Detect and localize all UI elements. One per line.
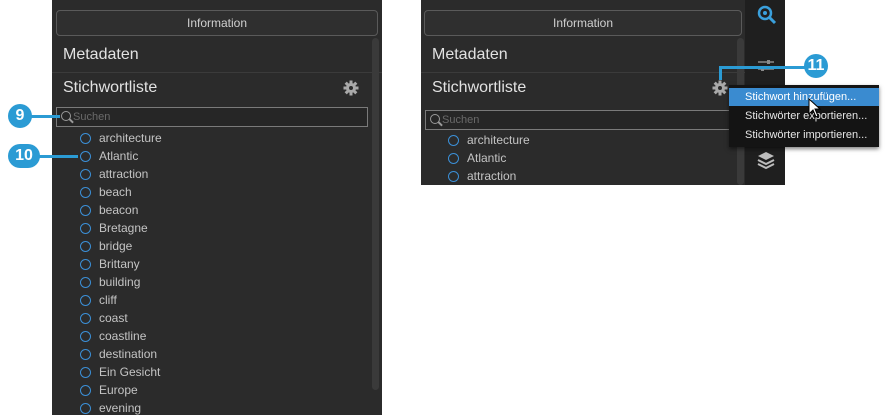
keyword-label: Brittany [99, 257, 140, 271]
keyword-label: Europe [99, 383, 138, 397]
keyword-item[interactable]: Bretagne [80, 219, 162, 237]
keyword-item[interactable]: coast [80, 309, 162, 327]
keyword-label: coastline [99, 329, 147, 343]
callout-9: 9 [8, 104, 32, 128]
menu-item-import-keywords[interactable]: Stichwörter importieren... [729, 126, 879, 144]
keyword-checkbox-icon[interactable] [80, 222, 91, 234]
keyword-item[interactable]: Ein Gesicht [80, 363, 162, 381]
menu-item-add-keyword[interactable]: Stichwort hinzufügen... [729, 88, 879, 106]
keyword-checkbox-icon[interactable] [448, 134, 459, 146]
information-tab[interactable]: Information [56, 10, 378, 36]
keyword-label: destination [99, 347, 158, 361]
keyword-item[interactable]: attraction [448, 167, 530, 185]
keyword-checkbox-icon[interactable] [80, 150, 91, 162]
keyword-checkbox-icon[interactable] [80, 348, 91, 360]
keyword-checkbox-icon[interactable] [448, 170, 459, 182]
callout-10: 10 [8, 144, 40, 168]
keyword-item[interactable]: beach [80, 183, 162, 201]
keyword-checkbox-icon[interactable] [80, 366, 91, 378]
keyword-item[interactable]: bridge [80, 237, 162, 255]
keyword-checkbox-icon[interactable] [80, 258, 91, 270]
keyword-checkbox-icon[interactable] [80, 240, 91, 252]
scrollbar[interactable] [372, 38, 379, 390]
keyword-checkbox-icon[interactable] [80, 132, 91, 144]
information-tab-label: Information [186, 16, 248, 30]
keyword-checkbox-icon[interactable] [80, 312, 91, 324]
keyword-list-header[interactable]: Stichwortliste [63, 79, 157, 97]
callout-leader [722, 66, 808, 69]
keyword-label: cliff [99, 293, 117, 307]
keyword-label: coast [99, 311, 128, 325]
gear-icon[interactable] [343, 80, 359, 96]
divider [52, 72, 382, 73]
keyword-list-header[interactable]: Stichwortliste [432, 79, 526, 97]
zoom-tool-icon[interactable] [756, 4, 778, 26]
keyword-checkbox-icon[interactable] [80, 168, 91, 180]
keyword-context-menu: Stichwort hinzufügen... Stichwörter expo… [729, 85, 879, 147]
keyword-item[interactable]: cliff [80, 291, 162, 309]
keyword-checkbox-icon[interactable] [80, 402, 91, 414]
keyword-label: beach [99, 185, 132, 199]
keyword-checkbox-icon[interactable] [448, 152, 459, 164]
keyword-label: building [99, 275, 141, 289]
keyword-item[interactable]: architecture [448, 131, 530, 149]
menu-item-export-keywords[interactable]: Stichwörter exportieren... [729, 107, 879, 125]
keyword-search-field[interactable] [56, 107, 368, 127]
callout-leader [719, 66, 722, 80]
keyword-item[interactable]: beacon [80, 201, 162, 219]
keyword-item[interactable]: attraction [80, 165, 162, 183]
callout-11: 11 [804, 54, 828, 78]
keyword-label: architecture [467, 133, 530, 147]
divider [421, 72, 745, 73]
layers-icon[interactable] [756, 150, 776, 170]
keyword-checkbox-icon[interactable] [80, 384, 91, 396]
search-icon [61, 111, 71, 121]
keyword-label: Ein Gesicht [99, 365, 161, 379]
gear-icon[interactable] [712, 80, 728, 96]
metadata-section-header[interactable]: Metadaten [63, 46, 139, 64]
mouse-cursor-icon [808, 98, 822, 118]
keyword-item[interactable]: building [80, 273, 162, 291]
keyword-checkbox-icon[interactable] [80, 276, 91, 288]
keyword-search-field[interactable] [425, 110, 737, 130]
keyword-checkbox-icon[interactable] [80, 204, 91, 216]
search-input[interactable] [442, 111, 732, 129]
information-tab-label: Information [552, 16, 614, 30]
keyword-checkbox-icon[interactable] [80, 294, 91, 306]
keyword-label: beacon [99, 203, 139, 217]
keyword-label: Atlantic [467, 151, 507, 165]
keyword-label: bridge [99, 239, 133, 253]
keyword-item[interactable]: architecture [80, 129, 162, 147]
keyword-label: attraction [99, 167, 149, 181]
search-icon [430, 114, 440, 124]
keyword-label: Bretagne [99, 221, 148, 235]
metadata-section-header[interactable]: Metadaten [432, 46, 508, 64]
keyword-item[interactable]: evening [80, 399, 162, 415]
keyword-checkbox-icon[interactable] [80, 186, 91, 198]
keyword-item[interactable]: coastline [80, 327, 162, 345]
keyword-item[interactable]: destination [80, 345, 162, 363]
keyword-label: attraction [467, 169, 517, 183]
keyword-item[interactable]: Atlantic [448, 149, 530, 167]
information-tab[interactable]: Information [424, 10, 742, 36]
keyword-label: architecture [99, 131, 162, 145]
keyword-item[interactable]: Brittany [80, 255, 162, 273]
keyword-list: architecture Atlantic attraction beach beaco… [80, 129, 162, 415]
keyword-label: Atlantic [99, 149, 139, 163]
keyword-checkbox-icon[interactable] [80, 330, 91, 342]
keyword-label: evening [99, 401, 142, 415]
keyword-panel-left: Information Metadaten Stichwortliste arc… [52, 0, 382, 415]
keyword-list: architecture Atlantic attraction [448, 131, 530, 185]
search-input[interactable] [73, 108, 363, 126]
keyword-item[interactable]: Europe [80, 381, 162, 399]
keyword-item[interactable]: Atlantic [80, 147, 162, 165]
